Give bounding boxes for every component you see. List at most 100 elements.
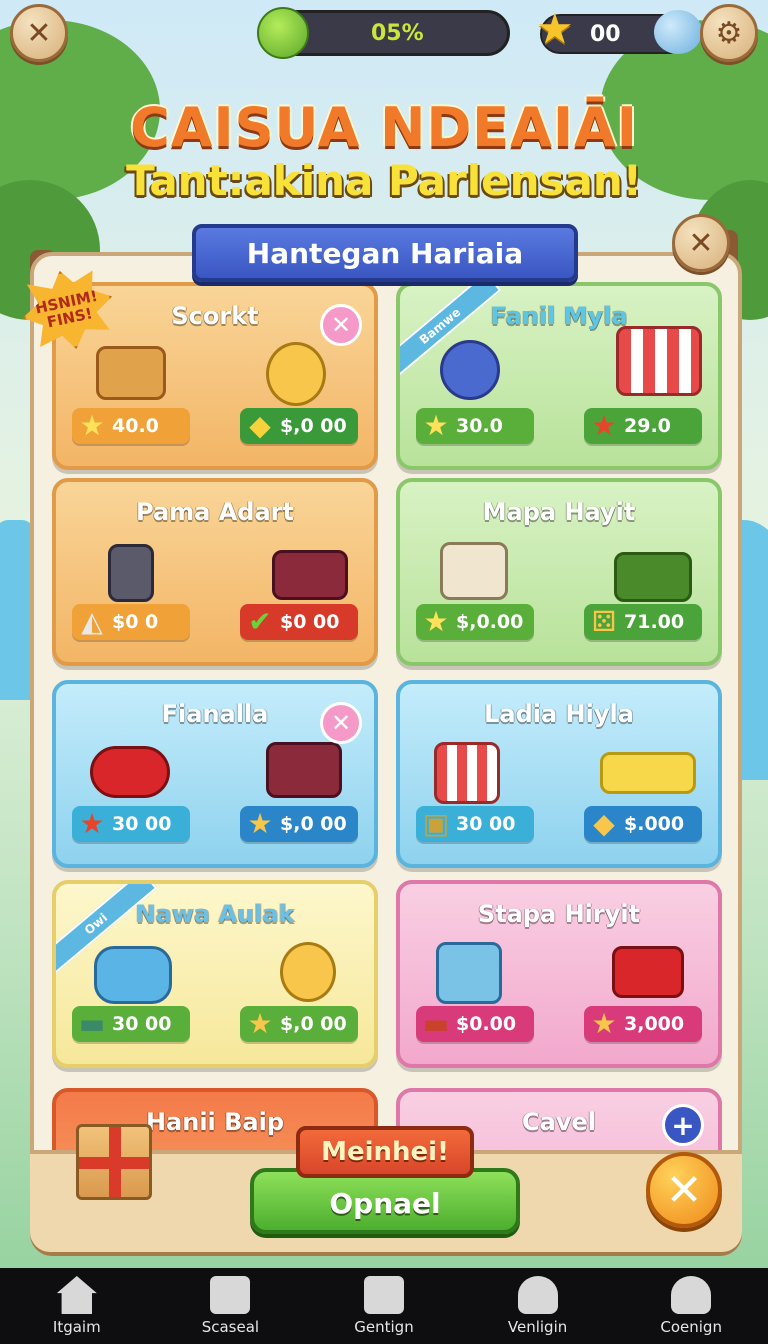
close-panel-button[interactable]: ✕ bbox=[672, 214, 730, 272]
price-tag[interactable]: ◭ $0 0 bbox=[72, 604, 190, 640]
shop-card[interactable]: Scorkt ✕ ★ 40.0 ◆ $,0 00 bbox=[52, 282, 378, 470]
nav-item-user[interactable]: Venligin bbox=[468, 1276, 608, 1336]
profile-icon bbox=[671, 1276, 712, 1314]
character-icon bbox=[440, 340, 500, 400]
nav-label: Itgaim bbox=[52, 1318, 101, 1336]
dismiss-bubble-button[interactable]: ✕ bbox=[320, 702, 362, 744]
promo-tag: Meinhei! bbox=[296, 1126, 474, 1178]
cloud-icon bbox=[654, 10, 702, 54]
price-value: $,0 00 bbox=[280, 813, 347, 835]
price-tag[interactable]: ★ 40.0 bbox=[72, 408, 190, 444]
bag-icon bbox=[94, 946, 172, 1004]
close-icon: ✕ bbox=[26, 15, 52, 51]
star-counter: ★ 00 bbox=[536, 8, 702, 54]
card-title: Nawa Aulak bbox=[135, 900, 295, 928]
price-tag[interactable]: ★ 3,000 bbox=[584, 1006, 702, 1042]
check-icon: ✔ bbox=[248, 605, 272, 638]
add-button[interactable]: + bbox=[662, 1104, 704, 1146]
price-value: $,0.00 bbox=[456, 611, 524, 633]
star-icon: ★ bbox=[247, 1007, 273, 1040]
price-value: $0 00 bbox=[280, 611, 340, 633]
nav-item-home[interactable]: Itgaim bbox=[7, 1276, 147, 1336]
plus-icon: + bbox=[671, 1108, 695, 1142]
fan-icon: ◭ bbox=[81, 605, 103, 638]
price-tag[interactable]: ▬ 30 00 bbox=[72, 1006, 190, 1042]
price-value: 30.0 bbox=[456, 415, 503, 437]
user-icon bbox=[517, 1276, 558, 1314]
price-value: 40.0 bbox=[112, 415, 159, 437]
shop-card[interactable]: Owi Nawa Aulak ▬ 30 00 ★ $,0 00 bbox=[52, 880, 378, 1068]
price-tag[interactable]: ★ 30 00 bbox=[72, 806, 190, 842]
settings-button[interactable]: ⚙ bbox=[700, 4, 758, 62]
diamond-icon: ◆ bbox=[249, 409, 271, 442]
chest-icon bbox=[612, 946, 684, 998]
close-icon: ✕ bbox=[688, 225, 714, 261]
card-title: Ladia Hiyla bbox=[484, 700, 634, 728]
star-icon: ★ bbox=[536, 4, 574, 53]
price-value: 30 00 bbox=[456, 813, 516, 835]
nav-item-edit[interactable]: Gentign bbox=[314, 1276, 454, 1336]
price-tag[interactable]: ◆ $.000 bbox=[584, 806, 702, 842]
price-value: 29.0 bbox=[624, 415, 671, 437]
shop-card[interactable]: Stapa Hiryit ▬ $0.00 ★ 3,000 bbox=[396, 880, 722, 1068]
close-game-button[interactable]: ✕ bbox=[10, 4, 68, 62]
panel-banner: Hantegan Hariaia bbox=[192, 224, 578, 282]
card-title: Mapa Hayit bbox=[482, 498, 636, 526]
candy-icon bbox=[90, 746, 170, 798]
shop-card[interactable]: Fianalla ✕ ★ 30 00 ★ $,0 00 bbox=[52, 680, 378, 868]
shop-card[interactable]: Bamwe Fanil Myla ★ 30.0 ★ 29.0 bbox=[396, 282, 722, 470]
price-value: $0 0 bbox=[112, 611, 159, 633]
star-icon: ★ bbox=[423, 409, 449, 442]
gem-cubes-icon bbox=[600, 752, 696, 794]
cash-icon: ▬ bbox=[78, 1007, 106, 1040]
dismiss-bubble-button[interactable]: ✕ bbox=[320, 304, 362, 346]
price-value: 3,000 bbox=[624, 1013, 685, 1035]
close-icon: ✕ bbox=[330, 311, 352, 339]
card-title: Pama Adart bbox=[136, 498, 294, 526]
gear-icon: ⚙ bbox=[715, 15, 743, 51]
star-count: 00 bbox=[590, 22, 621, 47]
price-tag[interactable]: ⚄ 71.00 bbox=[584, 604, 702, 640]
star-icon: ★ bbox=[423, 605, 449, 638]
price-value: $.000 bbox=[624, 813, 685, 835]
price-tag[interactable]: ◆ $,0 00 bbox=[240, 408, 358, 444]
game-title: CAISUA NDEAIĀI bbox=[130, 96, 638, 159]
price-tag[interactable]: ★ $,0.00 bbox=[416, 604, 534, 640]
price-value: 30 00 bbox=[112, 813, 172, 835]
star-icon: ★ bbox=[591, 1007, 617, 1040]
shop-card[interactable]: Mapa Hayit ★ $,0.00 ⚄ 71.00 bbox=[396, 478, 722, 666]
star-icon: ★ bbox=[79, 807, 105, 840]
creature-icon bbox=[266, 342, 326, 406]
close-bottom-button[interactable]: ✕ bbox=[646, 1152, 722, 1228]
price-tag[interactable]: ★ 29.0 bbox=[584, 408, 702, 444]
close-icon: ✕ bbox=[665, 1164, 703, 1216]
price-tag[interactable]: ★ $,0 00 bbox=[240, 806, 358, 842]
price-value: 30 00 bbox=[112, 1013, 172, 1035]
price-value: $,0 00 bbox=[280, 1013, 347, 1035]
star-icon: ★ bbox=[247, 807, 273, 840]
die-icon: ⚄ bbox=[591, 605, 617, 638]
price-tag[interactable]: ★ $,0 00 bbox=[240, 1006, 358, 1042]
cash-icon: ▬ bbox=[422, 1007, 450, 1040]
nav-label: Coenign bbox=[660, 1318, 722, 1336]
shop-stand-icon bbox=[434, 742, 500, 804]
gift-box-icon bbox=[96, 346, 166, 400]
price-tag[interactable]: ▣ 30 00 bbox=[416, 806, 534, 842]
tool-icon bbox=[210, 1276, 251, 1314]
nav-item-tools[interactable]: Scaseal bbox=[160, 1276, 300, 1336]
tablet-icon bbox=[108, 544, 154, 602]
germ-mascot-icon bbox=[257, 7, 309, 59]
nav-item-profile[interactable]: Coenign bbox=[621, 1276, 761, 1336]
gift-box-icon bbox=[272, 550, 348, 600]
shop-card[interactable]: Pama Adart ◭ $0 0 ✔ $0 00 bbox=[52, 478, 378, 666]
energy-bar: 05% bbox=[257, 7, 510, 59]
price-tag[interactable]: ▬ $0.00 bbox=[416, 1006, 534, 1042]
gift-icon: ▣ bbox=[422, 807, 450, 840]
star-icon: ★ bbox=[591, 409, 617, 442]
nav-label: Gentign bbox=[354, 1318, 414, 1336]
price-tag[interactable]: ★ 30.0 bbox=[416, 408, 534, 444]
price-value: $0.00 bbox=[456, 1013, 517, 1035]
shop-card[interactable]: Ladia Hiyla ▣ 30 00 ◆ $.000 bbox=[396, 680, 722, 868]
price-tag[interactable]: ✔ $0 00 bbox=[240, 604, 358, 640]
market-stall-icon bbox=[616, 326, 702, 396]
